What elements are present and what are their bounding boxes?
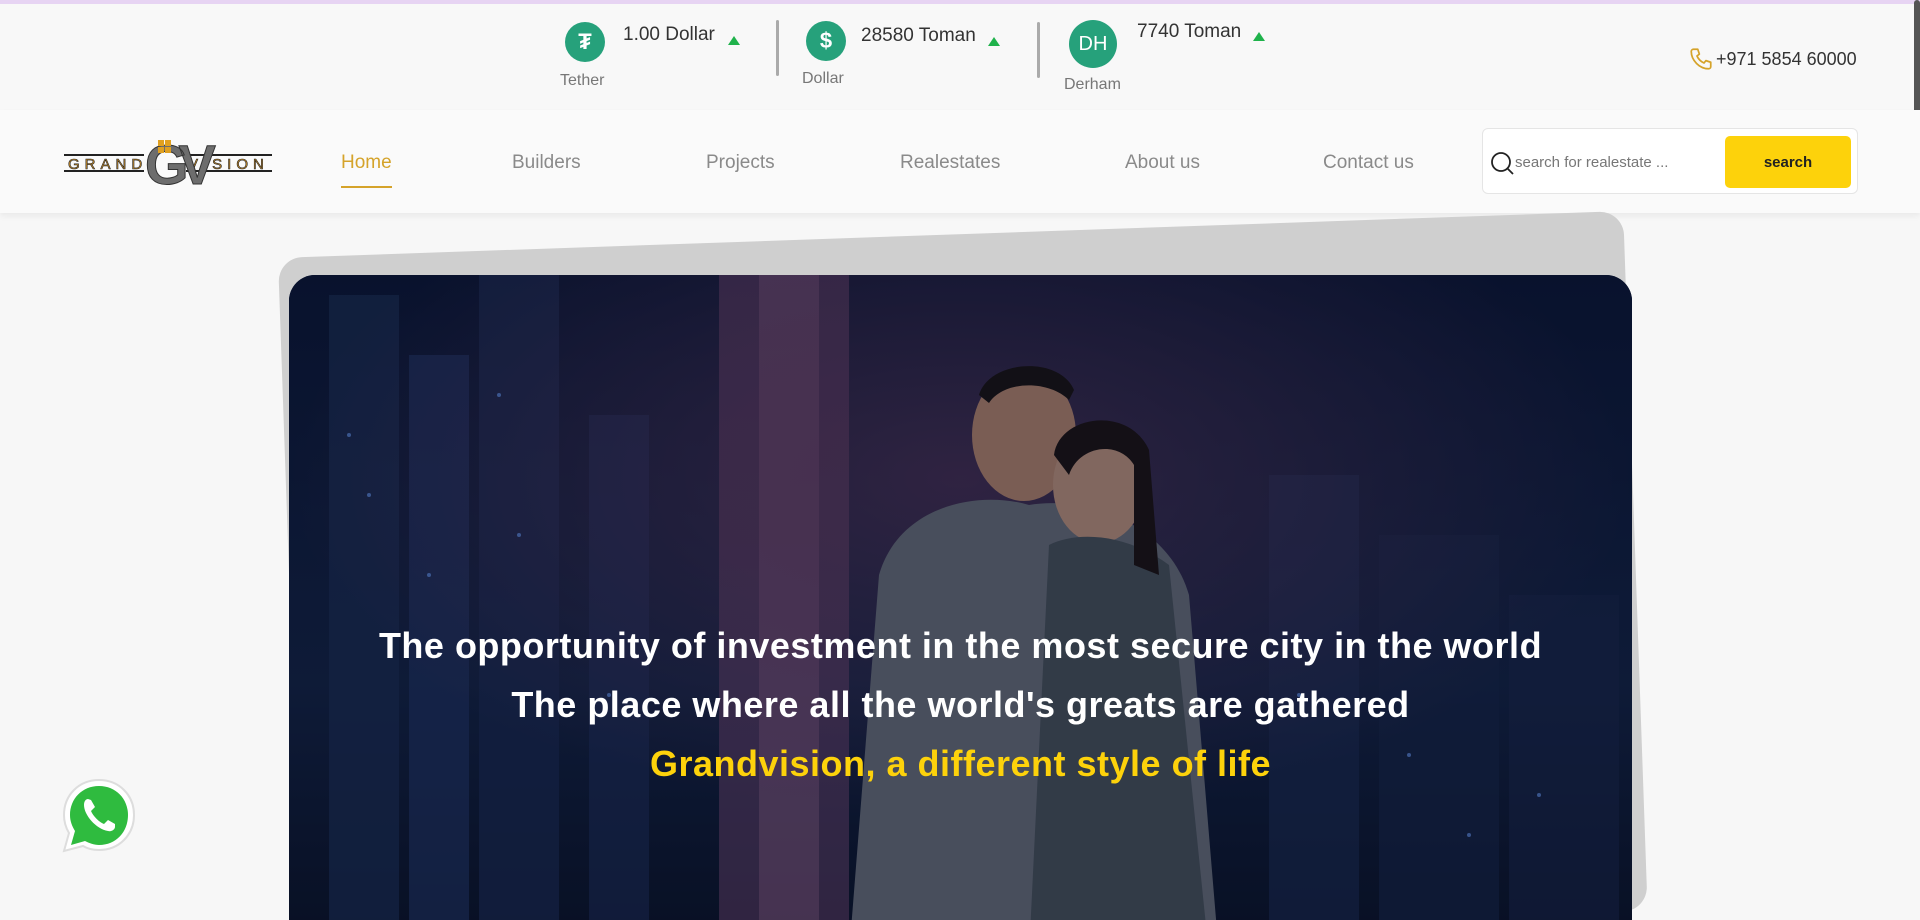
hero-subheadline: The place where all the world's greats a… xyxy=(511,684,1410,725)
currency-name: Derham xyxy=(1064,76,1121,93)
currency-divider xyxy=(776,20,779,76)
scrollbar[interactable] xyxy=(1914,0,1920,118)
currency-value: 1.00 Dollar xyxy=(623,24,715,45)
hero-headline: The opportunity of investment in the mos… xyxy=(378,625,1543,666)
phone-number: +971 5854 60000 xyxy=(1716,48,1857,69)
nav-about-us[interactable]: About us xyxy=(1125,152,1200,174)
nav-projects[interactable]: Projects xyxy=(706,152,775,174)
nav-realestates[interactable]: Realestates xyxy=(900,152,1000,174)
hero-banner: The opportunity of investment in the mos… xyxy=(289,275,1632,920)
hero-tagline: Grandvision, a different style of life xyxy=(649,743,1272,784)
trend-up-icon xyxy=(728,36,740,45)
search-icon[interactable] xyxy=(1490,151,1514,175)
currency-value: 7740 Toman xyxy=(1137,21,1242,42)
currency-bar: ₮ 1.00 Dollar Tether $ 28580 Toman Dolla… xyxy=(0,4,1920,110)
phone-contact[interactable]: +971 5854 60000 xyxy=(1688,46,1857,72)
currency-name: Dollar xyxy=(802,70,844,87)
search-button[interactable]: search xyxy=(1725,136,1851,188)
nav-home[interactable]: Home xyxy=(341,152,392,188)
currency-divider xyxy=(1037,22,1040,78)
trend-up-icon xyxy=(988,37,1000,46)
dollar-icon: $ xyxy=(806,21,846,61)
trend-up-icon xyxy=(1253,32,1265,41)
currency-value: 28580 Toman xyxy=(861,25,976,46)
logo-left-text: GRAND xyxy=(68,156,147,173)
whatsapp-icon xyxy=(62,778,136,853)
whatsapp-button[interactable] xyxy=(58,775,140,857)
tether-icon: ₮ xyxy=(565,22,605,62)
main-navbar: GRAND VISION GV Home Builders Projects R… xyxy=(0,110,1920,213)
nav-builders[interactable]: Builders xyxy=(512,152,581,174)
nav-contact-us[interactable]: Contact us xyxy=(1323,152,1414,174)
hero-overlay xyxy=(289,275,1632,920)
derham-icon: DH xyxy=(1069,20,1117,68)
search-input[interactable] xyxy=(1515,147,1705,177)
search-bar: search xyxy=(1482,128,1858,194)
phone-icon xyxy=(1690,48,1712,70)
logo-mark: GV xyxy=(145,133,216,196)
currency-name: Tether xyxy=(560,72,605,89)
grandvision-logo[interactable]: GRAND VISION GV xyxy=(64,126,276,197)
